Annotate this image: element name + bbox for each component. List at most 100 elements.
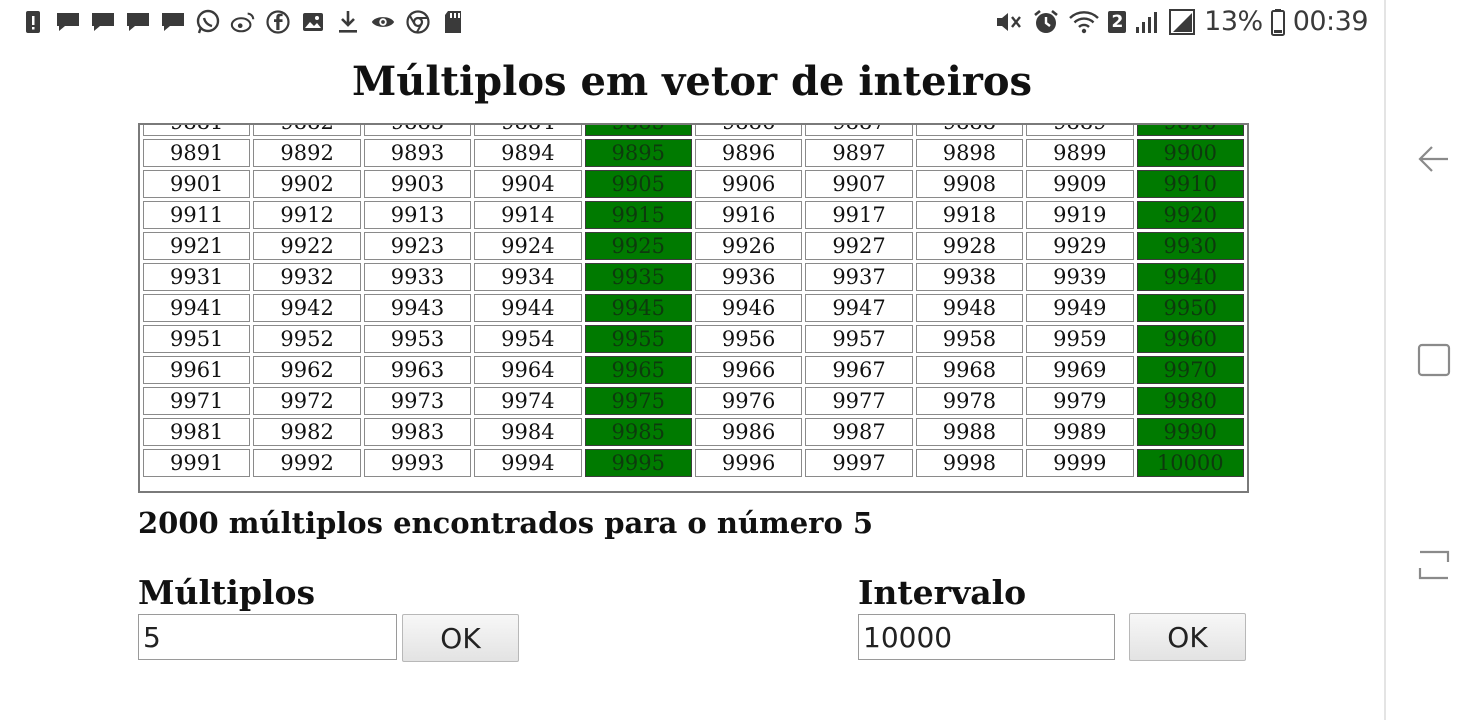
table-cell-multiple: 9920 [1136,201,1244,229]
table-cell-multiple: 9925 [584,232,692,260]
table-cell: 9968 [915,356,1024,384]
table-cell: 9881 [143,125,251,136]
table-cell: 9891 [143,139,251,167]
table-cell: 9884 [474,125,582,136]
table-cell: 9924 [474,232,582,260]
home-button[interactable] [1412,338,1456,382]
table-cell: 9961 [143,356,251,384]
table-cell: 9939 [1026,263,1134,291]
table-cell: 9959 [1026,325,1134,353]
table-cell: 9969 [1026,356,1134,384]
table-row: 9911 9912 9913 9914 9915 9916 9917 9918 9919 9920 [143,201,1244,229]
multiples-table: 9881988298839884988598869887988898899890… [140,125,1247,480]
table-cell-multiple: 9985 [584,418,692,446]
table-cell: 9909 [1026,170,1134,198]
table-cell: 9933 [363,263,472,291]
back-button[interactable] [1412,137,1456,181]
interval-ok-button[interactable]: OK [1129,613,1246,661]
table-cell: 9997 [805,449,913,477]
facebook-icon [265,8,291,36]
table-cell-multiple: 9930 [1136,232,1244,260]
table-cell-multiple: 9980 [1136,387,1244,415]
table-row: 9931 9932 9933 9934 9935 9936 9937 9938 9939 9940 [143,263,1244,291]
table-row: 9891 9892 9893 9894 9895 9896 9897 9898 9899 9900 [143,139,1244,167]
table-cell: 9883 [363,125,472,136]
sd-card-icon [440,8,466,36]
table-cell: 9934 [474,263,582,291]
table-cell: 9976 [694,387,803,415]
table-cell-multiple: 10000 [1136,449,1244,477]
sim-badge: 2 [1108,10,1127,33]
table-cell: 9973 [363,387,472,415]
eye-icon [370,8,396,36]
table-cell: 9982 [253,418,361,446]
table-cell: 9897 [805,139,913,167]
table-cell: 9901 [143,170,251,198]
table-cell: 9972 [253,387,361,415]
table-row: 9981 9982 9983 9984 9985 9986 9987 9988 9989 9990 [143,418,1244,446]
table-cell: 9908 [915,170,1024,198]
table-cell: 9929 [1026,232,1134,260]
chat-icon [125,8,151,36]
table-cell-multiple: 9990 [1136,418,1244,446]
table-cell: 9911 [143,201,251,229]
table-cell: 9949 [1026,294,1134,322]
table-cell: 9956 [694,325,803,353]
alarm-icon [1032,7,1060,37]
table-row: 9921 9922 9923 9924 9925 9926 9927 9928 9929 9930 [143,232,1244,260]
table-cell-multiple: 9910 [1136,170,1244,198]
table-cell: 9964 [474,356,582,384]
table-cell: 9957 [805,325,913,353]
image-icon [300,8,326,36]
table-cell: 9963 [363,356,472,384]
table-cell-multiple: 9995 [584,449,692,477]
table-cell: 9886 [694,125,803,136]
table-cell: 9919 [1026,201,1134,229]
multiples-ok-button[interactable]: OK [402,614,519,662]
table-cell: 9903 [363,170,472,198]
table-cell: 9999 [1026,449,1134,477]
table-cell: 9986 [694,418,803,446]
table-cell: 9938 [915,263,1024,291]
table-cell: 9947 [805,294,913,322]
table-cell-multiple: 9955 [584,325,692,353]
table-cell-multiple: 9960 [1136,325,1244,353]
table-cell: 9979 [1026,387,1134,415]
download-icon [335,8,361,36]
recent-apps-button[interactable] [1412,542,1456,586]
table-cell: 9882 [253,125,361,136]
table-cell: 9923 [363,232,472,260]
table-cell-multiple: 9950 [1136,294,1244,322]
interval-input[interactable] [858,614,1115,660]
status-bar: 2 13% 00:39 [0,0,1384,50]
interval-label: Intervalo [858,573,1027,612]
table-cell: 9902 [253,170,361,198]
table-cell: 9951 [143,325,251,353]
multiples-grid[interactable]: 9881988298839884988598869887988898899890… [138,123,1249,493]
table-cell: 9967 [805,356,913,384]
table-cell: 9932 [253,263,361,291]
table-cell: 9904 [474,170,582,198]
table-cell-multiple: 9895 [584,139,692,167]
signal-bars-icon [1134,7,1160,37]
table-cell: 9914 [474,201,582,229]
table-cell: 9922 [253,232,361,260]
table-cell: 9921 [143,232,251,260]
multiples-input[interactable] [138,614,397,660]
page-title: Múltiplos em vetor de inteiros [351,58,1033,105]
table-cell: 9978 [915,387,1024,415]
table-cell: 9894 [474,139,582,167]
table-cell: 9989 [1026,418,1134,446]
chat-icon [55,8,81,36]
multiples-label: Múltiplos [138,573,316,612]
table-cell-multiple: 9935 [584,263,692,291]
table-cell: 9913 [363,201,472,229]
table-cell: 9907 [805,170,913,198]
wifi-icon [1068,7,1100,37]
table-cell: 9893 [363,139,472,167]
table-cell: 9926 [694,232,803,260]
table-cell: 9937 [805,263,913,291]
table-cell: 9944 [474,294,582,322]
table-cell: 9994 [474,449,582,477]
table-cell: 9892 [253,139,361,167]
